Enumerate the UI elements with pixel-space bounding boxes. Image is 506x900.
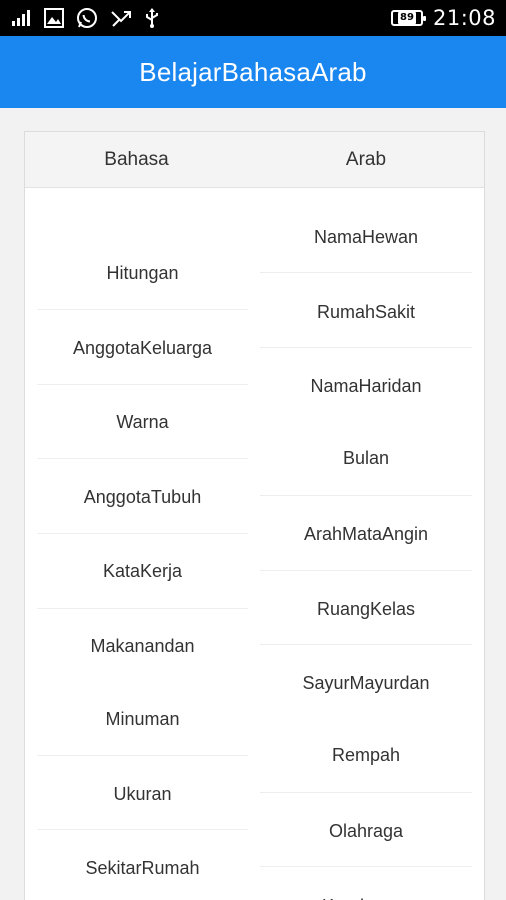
- signal-icon: [12, 10, 32, 26]
- battery-level: 89: [398, 12, 416, 24]
- table-header: Bahasa Arab: [25, 132, 484, 188]
- list-item[interactable]: Kendaraan: [260, 867, 472, 900]
- list-item[interactable]: RuangKelas: [260, 571, 472, 645]
- list-item[interactable]: Bulan: [260, 422, 472, 496]
- list-item[interactable]: Warna: [37, 385, 248, 459]
- app-title: BelajarBahasaArab: [139, 56, 367, 87]
- list-item[interactable]: NamaHewan: [260, 188, 472, 273]
- list-item[interactable]: NamaHaridan: [260, 348, 472, 422]
- column-header-bahasa: Bahasa: [104, 149, 169, 170]
- list-item[interactable]: Hitungan: [37, 188, 248, 310]
- list-item[interactable]: SekitarRumah: [37, 830, 248, 900]
- status-clock: 21:08: [432, 6, 496, 30]
- list-item[interactable]: Ukuran: [37, 756, 248, 830]
- list-item[interactable]: Rempah: [260, 719, 472, 793]
- list-item[interactable]: ArahMataAngin: [260, 496, 472, 571]
- whatsapp-icon: [76, 7, 98, 29]
- list-item[interactable]: Makanandan: [37, 609, 248, 683]
- battery-icon: 89: [390, 10, 426, 26]
- list-item[interactable]: AnggotaTubuh: [37, 459, 248, 534]
- list-item[interactable]: SayurMayurdan: [260, 645, 472, 719]
- list-item[interactable]: KataKerja: [37, 534, 248, 609]
- list-item[interactable]: Olahraga: [260, 793, 472, 867]
- category-table: Bahasa Arab Hitungan AnggotaKeluarga War…: [24, 131, 485, 900]
- image-icon: [44, 8, 64, 28]
- app-bar: BelajarBahasaArab: [0, 36, 506, 108]
- list-item[interactable]: RumahSakit: [260, 273, 472, 348]
- status-bar: 89 21:08: [0, 0, 506, 36]
- list-item[interactable]: Minuman: [37, 683, 248, 756]
- missed-call-icon: [110, 8, 132, 28]
- usb-icon: [144, 7, 160, 29]
- list-item[interactable]: AnggotaKeluarga: [37, 310, 248, 385]
- column-header-arab: Arab: [345, 149, 387, 170]
